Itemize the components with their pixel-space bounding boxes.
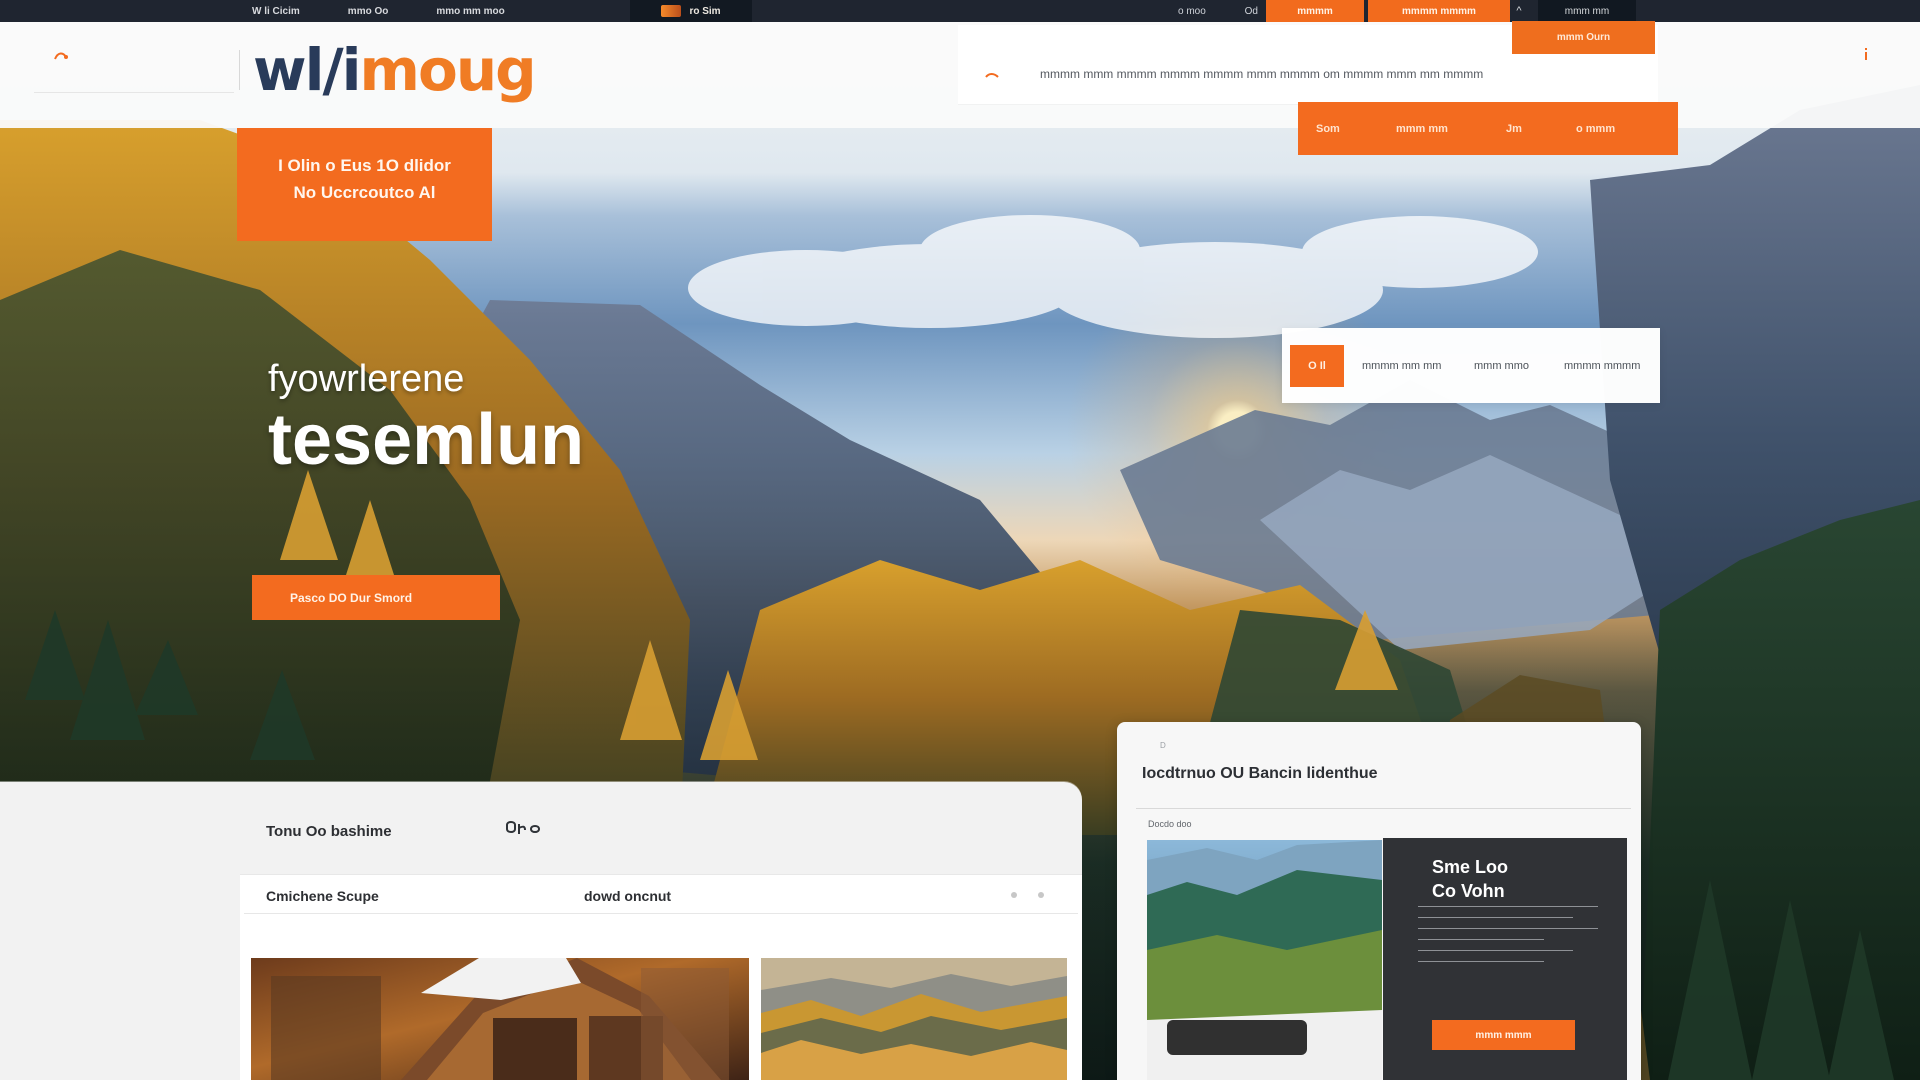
top-right-box-label: mmm mm — [1564, 5, 1610, 17]
hero-cta-button[interactable]: Pasco DO Dur Smord — [252, 575, 500, 620]
site-logo[interactable]: wl/imoug — [253, 41, 537, 99]
chevron-up-icon[interactable]: ^ — [1505, 0, 1533, 22]
hero-subtitle: fyowrlerene — [268, 358, 465, 400]
header-separator — [239, 50, 240, 90]
promo-line — [1418, 928, 1598, 929]
filter-pill-label: O Il — [1308, 359, 1326, 372]
hero-badge: I Olin o Eus 1O dlidor No Uccrcoutco Al — [237, 128, 492, 241]
logo-part-2: moug — [359, 36, 537, 104]
top-button-2[interactable]: mmmm mmmm — [1368, 0, 1510, 22]
mountain-card-image[interactable] — [1147, 840, 1382, 1080]
top-links: W li Cicim mmo Oo mmo mm moo — [252, 0, 505, 22]
detail-caption: Docdo doo — [1148, 819, 1192, 829]
promo-title: Sme Loo Co Vohn — [1432, 855, 1508, 903]
search-button-label: mmm Ourn — [1556, 32, 1611, 43]
promo-line — [1418, 939, 1544, 940]
web-page: W li Cicim mmo Oo mmo mm moo ro Sim o mo… — [0, 0, 1920, 1080]
top-arrow-label: ^ — [1516, 5, 1522, 17]
top-link-2[interactable]: mmo Oo — [348, 6, 389, 17]
dot-icon[interactable] — [1011, 892, 1017, 898]
mountain-card-illustration — [1147, 840, 1382, 1080]
hero-title: tesemlun — [268, 400, 585, 480]
pin-icon — [985, 73, 999, 78]
filter-pill[interactable]: O Il — [1290, 344, 1344, 387]
filter-card: O Il mmmm mm mm mmm mmo mmmm mmmm — [1282, 328, 1660, 403]
detail-caption-top: D — [1160, 741, 1166, 750]
top-link-3[interactable]: mmo mm moo — [436, 6, 504, 17]
promo-line — [1418, 906, 1598, 907]
dot-icon[interactable] — [1038, 892, 1044, 898]
nav-item-4[interactable]: o mmm — [1576, 123, 1646, 135]
active-tab-label: ro Sim — [689, 5, 721, 17]
nav-item-3[interactable]: Jm — [1506, 123, 1576, 135]
tour-column-a: Cmichene Scupe — [266, 888, 379, 904]
image-icon — [661, 5, 682, 17]
top-status-suffix: Od — [1244, 5, 1258, 17]
arrow-icon — [270, 597, 282, 598]
top-button-2-label: mmmm mmmm — [1402, 5, 1476, 17]
info-icon[interactable] — [1860, 46, 1872, 62]
top-button-1[interactable]: mmmm — [1266, 0, 1364, 22]
detail-divider — [1136, 808, 1631, 809]
active-tab[interactable]: ro Sim — [630, 0, 752, 22]
top-right-box[interactable]: mmm mm — [1538, 0, 1636, 22]
search-text: mmmm mmm mmmm mmmm mmmm mmm mmmm om mmmm… — [1040, 67, 1484, 81]
tour-divider — [244, 913, 1078, 914]
filter-label-1[interactable]: mmmm mm mm — [1362, 360, 1474, 372]
header-line — [34, 92, 234, 93]
promo-button[interactable]: mmm mmm — [1432, 1020, 1575, 1050]
hero-cta-label: Pasco DO Dur Smord — [290, 590, 413, 605]
search-button[interactable]: mmm Ourn — [1512, 21, 1655, 54]
promo-body — [1418, 906, 1598, 972]
promo-line — [1418, 950, 1573, 951]
tour-heading: Tonu Oo bashime — [266, 823, 392, 840]
top-status-label: o moo — [1178, 5, 1206, 17]
forest-image[interactable] — [761, 958, 1067, 1080]
cabin-image[interactable] — [251, 958, 749, 1080]
logo-part-1: wl/i — [253, 36, 362, 104]
promo-button-label: mmm mmm — [1475, 1029, 1532, 1041]
filter-label-2[interactable]: mmm mmo — [1474, 360, 1564, 372]
filter-label-3[interactable]: mmmm mmmm — [1564, 360, 1660, 372]
top-status: o moo Od — [1178, 0, 1258, 22]
nav-item-2[interactable]: mmm mm — [1396, 123, 1506, 135]
nav-item-1[interactable]: Som — [1316, 123, 1396, 135]
chat-icon[interactable] — [501, 818, 543, 840]
promo-title-line-2: Co Vohn — [1432, 881, 1505, 901]
nav-icon[interactable] — [52, 48, 70, 66]
tour-column-b: dowd oncnut — [584, 888, 672, 904]
promo-line — [1418, 917, 1573, 918]
promo-line — [1418, 961, 1544, 962]
detail-title: Iocdtrnuo OU Bancin lidenthue — [1142, 765, 1378, 782]
cabin-image-illustration — [251, 958, 749, 1080]
main-navigation: Som mmm mm Jm o mmm — [1298, 102, 1678, 155]
top-bar: W li Cicim mmo Oo mmo mm moo ro Sim o mo… — [0, 0, 1920, 22]
promo-title-line-1: Sme Loo — [1432, 857, 1509, 877]
hero-badge-line-1: I Olin o Eus 1O dlidor — [278, 156, 451, 175]
top-link-1[interactable]: W li Cicim — [252, 6, 300, 17]
top-button-1-label: mmmm — [1297, 5, 1333, 17]
forest-image-illustration — [761, 958, 1067, 1080]
hero-badge-line-2: No Uccrcoutco Al — [293, 183, 436, 202]
